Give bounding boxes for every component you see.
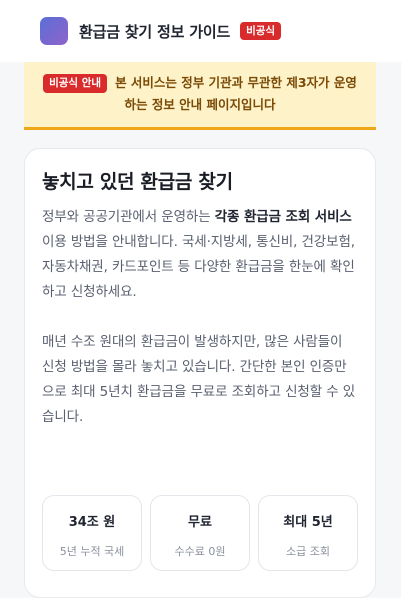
app-logo — [40, 17, 68, 45]
stat-value: 34조 원 — [68, 515, 116, 530]
stat-card: 무료 수수료 0원 — [150, 495, 250, 571]
paragraph-text: 이용 방법을 안내합니다. 국세·지방세, 통신비, 건강보험, 자동차채권, … — [42, 234, 355, 300]
stat-label: 수수료 0원 — [174, 545, 226, 558]
disclaimer-banner: 비공식 안내 본 서비스는 정부 기관과 무관한 제3자가 운영하는 정보 안내 … — [24, 62, 376, 130]
notice-badge: 비공식 안내 — [43, 74, 108, 93]
stat-card: 최대 5년 소급 조회 — [258, 495, 358, 571]
stat-value: 무료 — [188, 515, 212, 530]
unofficial-badge: 비공식 — [240, 21, 282, 41]
notice-text: 본 서비스는 정부 기관과 무관한 제3자가 운영하는 정보 안내 페이지입니다 — [115, 75, 357, 112]
intro-card: 놓치고 있던 환급금 찾기 정부와 공공기관에서 운영하는 각종 환급금 조회 … — [24, 148, 376, 598]
stats-row: 34조 원 5년 누적 국세 무료 수수료 0원 최대 5년 소급 조회 — [42, 495, 358, 571]
card-title: 놓치고 있던 환급금 찾기 — [42, 171, 233, 193]
stat-label: 5년 누적 국세 — [59, 545, 125, 558]
stat-label: 소급 조회 — [286, 545, 330, 558]
paragraph-text: 정부와 공공기관에서 운영하는 — [42, 209, 215, 225]
card-paragraph-1: 정부와 공공기관에서 운영하는 각종 환급금 조회 서비스 이용 방법을 안내합… — [42, 205, 358, 305]
paragraph-highlight: 각종 환급금 조회 서비스 — [214, 209, 352, 225]
card-paragraph-2: 매년 수조 원대의 환급금이 발생하지만, 많은 사람들이 신청 방법을 몰라 … — [42, 334, 356, 425]
page-title: 환급금 찾기 정보 가이드 — [79, 22, 231, 41]
stat-value: 최대 5년 — [283, 515, 333, 530]
top-header: 환급금 찾기 정보 가이드 비공식 — [0, 0, 401, 62]
stat-card: 34조 원 5년 누적 국세 — [42, 495, 142, 571]
